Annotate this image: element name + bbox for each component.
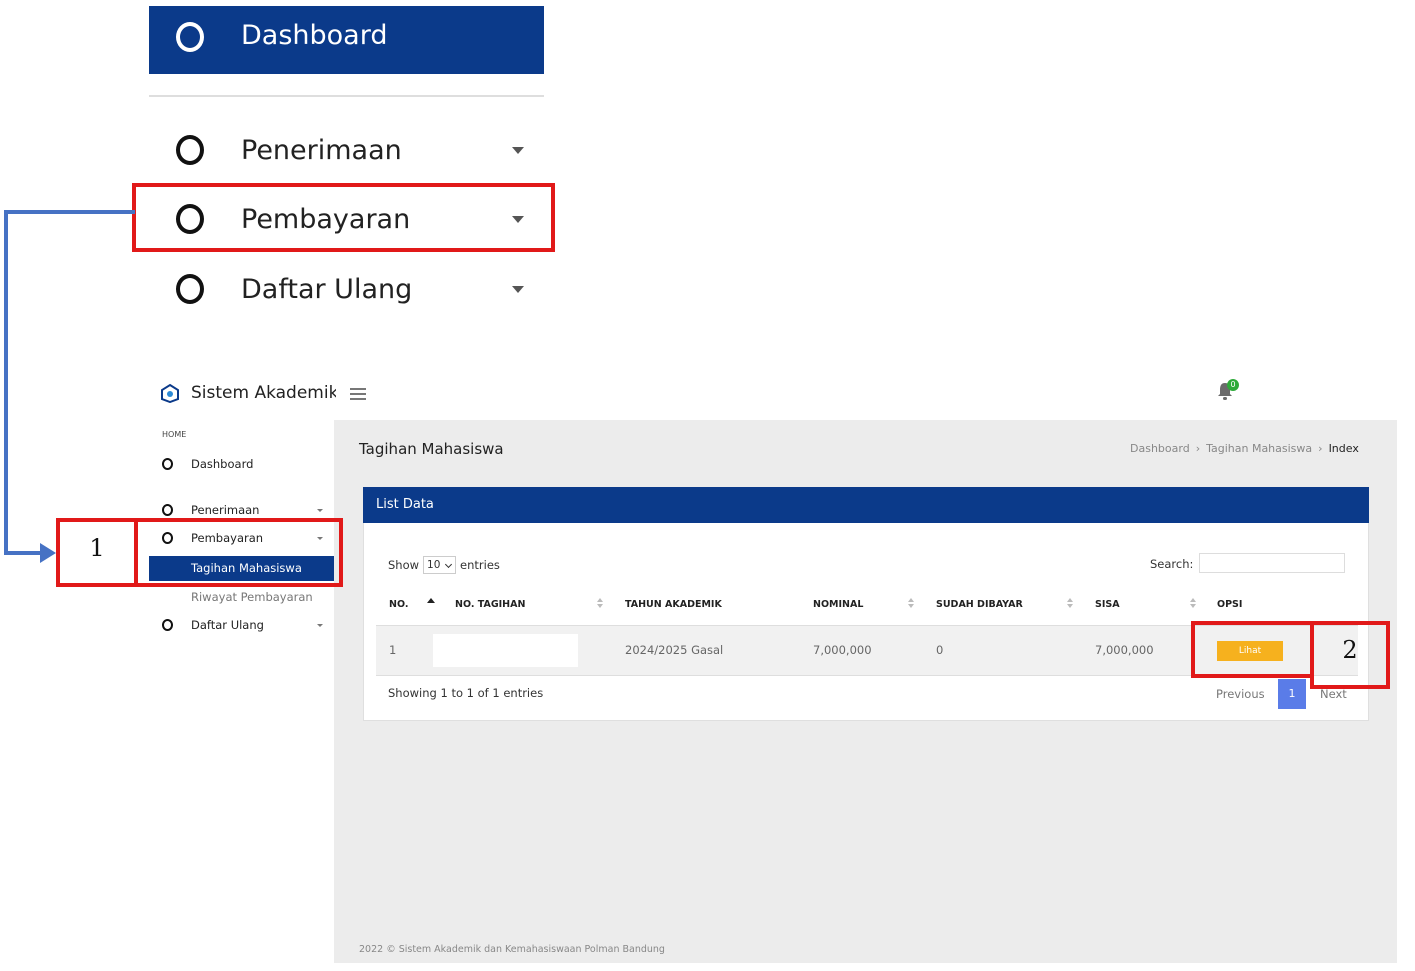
annotation-label-step1: 1 bbox=[89, 534, 105, 562]
highlight-sidebar-tagihan bbox=[134, 518, 343, 587]
app-title: Sistem Akademik bbox=[191, 383, 336, 403]
breadcrumb: Dashboard › Tagihan Mahasiswa › Index bbox=[1130, 442, 1359, 455]
cell-sudah-dibayar: 0 bbox=[936, 643, 944, 657]
circle-icon bbox=[162, 458, 173, 470]
highlight-zoom-pembayaran bbox=[132, 183, 555, 252]
sort-icon bbox=[1190, 598, 1196, 608]
chevron-right-icon: › bbox=[1195, 442, 1201, 455]
card-title: List Data bbox=[376, 497, 434, 512]
highlight-lihat-button bbox=[1191, 621, 1314, 678]
zoom-dashboard-label: Dashboard bbox=[241, 20, 388, 51]
column-header-sudah-dibayar[interactable]: SUDAH DIBAYAR bbox=[936, 599, 1023, 610]
cell-no: 1 bbox=[389, 643, 397, 657]
breadcrumb-item-dashboard[interactable]: Dashboard bbox=[1130, 442, 1190, 455]
zoom-item-penerimaan[interactable]: Penerimaan bbox=[149, 120, 544, 180]
column-header-no[interactable]: NO. bbox=[389, 599, 408, 610]
notification-badge: 0 bbox=[1227, 379, 1239, 391]
circle-icon bbox=[176, 135, 204, 165]
sidebar-subitem-riwayat-pembayaran[interactable]: Riwayat Pembayaran bbox=[191, 590, 313, 604]
sort-asc-icon bbox=[427, 598, 435, 603]
zoom-divider bbox=[149, 95, 544, 97]
annotation-label-step2: 2 bbox=[1342, 636, 1358, 664]
showing-info: Showing 1 to 1 of 1 entries bbox=[388, 686, 544, 700]
pagination-previous[interactable]: Previous bbox=[1216, 687, 1265, 701]
entries-select[interactable]: 10 bbox=[423, 556, 457, 574]
sort-icon bbox=[1067, 598, 1073, 608]
column-header-no-tagihan[interactable]: NO. TAGIHAN bbox=[455, 599, 525, 610]
breadcrumb-item-tagihan[interactable]: Tagihan Mahasiswa bbox=[1206, 442, 1312, 455]
cell-nominal: 7,000,000 bbox=[813, 643, 872, 657]
pagination-page-current[interactable]: 1 bbox=[1278, 679, 1306, 709]
sidebar-item-dashboard[interactable]: Dashboard bbox=[149, 453, 334, 477]
caret-down-icon bbox=[317, 624, 323, 627]
cell-tahun-akademik: 2024/2025 Gasal bbox=[625, 643, 724, 657]
circle-icon bbox=[176, 274, 204, 304]
connector-line bbox=[4, 210, 135, 214]
footer-text: 2022 © Sistem Akademik dan Kemahasiswaan… bbox=[359, 944, 665, 955]
sidebar-item-label: Penerimaan bbox=[191, 503, 260, 517]
sort-icon bbox=[908, 598, 914, 608]
circle-icon bbox=[176, 22, 204, 52]
card-header: List Data bbox=[363, 487, 1369, 523]
breadcrumb-item-current: Index bbox=[1328, 442, 1359, 455]
zoom-item-label: Penerimaan bbox=[241, 135, 402, 166]
column-header-tahun-akademik[interactable]: TAHUN AKADEMIK bbox=[625, 599, 722, 610]
column-header-opsi: OPSI bbox=[1217, 599, 1243, 610]
caret-down-icon bbox=[512, 286, 524, 293]
hamburger-menu-icon[interactable] bbox=[350, 388, 366, 400]
show-entries: Show 10 entries bbox=[388, 556, 500, 574]
caret-down-icon bbox=[317, 509, 323, 512]
page-title: Tagihan Mahasiswa bbox=[359, 440, 504, 458]
entries-label: entries bbox=[460, 558, 500, 572]
connector-line bbox=[4, 551, 44, 555]
app-logo-icon bbox=[161, 383, 179, 403]
sidebar-section-home: HOME bbox=[162, 430, 187, 439]
search-label: Search: bbox=[1150, 557, 1194, 571]
circle-icon bbox=[162, 504, 173, 516]
sidebar-item-label: Dashboard bbox=[191, 457, 254, 471]
chevron-right-icon: › bbox=[1318, 442, 1323, 455]
circle-icon bbox=[162, 619, 173, 631]
sort-icon bbox=[597, 598, 603, 608]
cell-sisa: 7,000,000 bbox=[1095, 643, 1154, 657]
search-input[interactable] bbox=[1199, 553, 1345, 573]
sidebar-item-daftar-ulang[interactable]: Daftar Ulang bbox=[149, 614, 334, 638]
connector-line bbox=[4, 210, 8, 555]
show-label: Show bbox=[388, 558, 420, 572]
cell-no-tagihan bbox=[433, 634, 578, 667]
arrow-right-icon bbox=[40, 543, 56, 563]
column-header-nominal[interactable]: NOMINAL bbox=[813, 599, 863, 610]
pagination-next[interactable]: Next bbox=[1320, 687, 1347, 701]
sidebar-item-label: Daftar Ulang bbox=[191, 618, 264, 632]
zoom-item-daftar-ulang[interactable]: Daftar Ulang bbox=[149, 259, 544, 319]
column-header-sisa[interactable]: SISA bbox=[1095, 599, 1120, 610]
zoom-dashboard-item[interactable]: Dashboard bbox=[149, 6, 544, 74]
caret-down-icon bbox=[512, 147, 524, 154]
zoom-item-label: Daftar Ulang bbox=[241, 274, 413, 305]
